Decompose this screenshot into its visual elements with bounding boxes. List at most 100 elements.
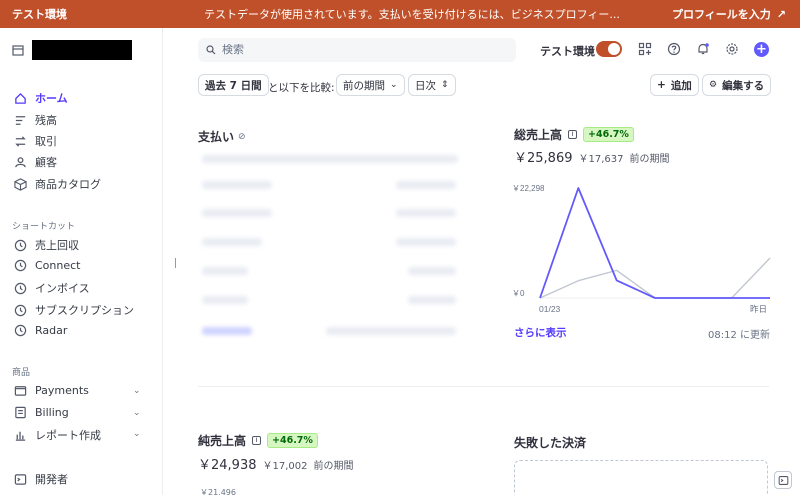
gross-volume-chart: ￥22,298 ￥0 01/23 昨日 — [512, 184, 771, 314]
sidebar-item-invoices[interactable]: インボイス — [14, 280, 90, 296]
blurred-row — [202, 296, 248, 304]
chevron-down-icon: ⌄ — [390, 80, 398, 90]
sidebar-item-label: インボイス — [35, 282, 90, 295]
blurred-row — [326, 327, 456, 335]
sidebar-item-radar[interactable]: Radar — [14, 324, 67, 337]
apps-icon[interactable] — [638, 42, 652, 56]
gross-volume-header: 総売上高 i +46.7% — [514, 126, 634, 143]
sidebar-item-label: Payments — [35, 384, 89, 397]
test-mode-toggle[interactable] — [596, 41, 622, 57]
shortcuts-section-label: ショートカット — [12, 222, 76, 232]
product-icon — [14, 177, 27, 191]
clock-icon — [14, 282, 27, 294]
gross-volume-previous-label: 前の期間 — [629, 154, 670, 165]
sidebar-item-connect[interactable]: Connect — [14, 259, 80, 272]
sidebar-item-label: 商品カタログ — [35, 178, 101, 191]
section-divider — [198, 386, 769, 387]
x-tick-label-end: 昨日 — [750, 304, 767, 314]
sidebar-item-billing[interactable]: Billing — [14, 406, 69, 419]
search-icon — [206, 45, 216, 55]
blurred-row — [202, 181, 272, 189]
payments-widget-header: 支払い ⊘ — [198, 128, 246, 145]
sidebar-item-label: 残高 — [35, 114, 57, 127]
home-icon — [15, 92, 26, 104]
edit-label: 編集する — [722, 79, 765, 92]
gross-volume-previous-amount: ￥17,637 — [578, 154, 624, 165]
sidebar-item-transactions[interactable]: 取引 — [14, 133, 57, 149]
sidebar-item-label: 顧客 — [35, 156, 57, 169]
complete-profile-link[interactable]: プロフィールを入力 ↗ — [672, 6, 786, 22]
sidebar-item-label: Radar — [35, 324, 68, 337]
terminal-icon — [778, 475, 788, 485]
last-updated-text: 08:12 に更新 — [708, 330, 770, 341]
sidebar-item-label: レポート作成 — [35, 429, 101, 442]
sidebar-item-payments[interactable]: Payments — [14, 384, 89, 397]
blurred-row — [202, 155, 458, 163]
create-plus-icon[interactable]: + — [754, 42, 769, 57]
sidebar-item-reports[interactable]: レポート作成 — [14, 427, 101, 443]
sidebar-item-customers[interactable]: 顧客 — [14, 154, 57, 170]
sidebar-item-label: Connect — [35, 259, 81, 272]
account-switcher[interactable] — [12, 40, 132, 60]
info-icon[interactable]: i — [568, 130, 578, 139]
blurred-row — [202, 267, 248, 275]
chevron-down-icon[interactable]: ⌄ — [133, 386, 141, 396]
blurred-link — [202, 327, 252, 335]
net-volume-y-max: ￥21,496 — [200, 488, 236, 495]
date-range-label: 過去 7 日間 — [205, 79, 262, 92]
sidebar-item-label: 開発者 — [35, 473, 68, 486]
test-mode-label: テスト環境 — [12, 8, 67, 21]
interval-select[interactable]: 日次 ⇕ — [408, 74, 456, 96]
blurred-row — [202, 238, 262, 246]
gross-volume-amounts: ￥25,869 ￥17,637 前の期間 — [514, 147, 670, 166]
help-icon[interactable] — [667, 42, 681, 56]
store-icon — [12, 45, 24, 56]
sidebar-item-collections[interactable]: 売上回収 — [14, 237, 79, 253]
transactions-icon — [15, 135, 26, 147]
wallet-icon — [14, 386, 27, 396]
net-volume-amounts: ￥24,938 ￥17,002 前の期間 — [198, 454, 354, 473]
date-range-filter[interactable]: 過去 7 日間 — [198, 74, 269, 96]
y-tick-label-zero: ￥0 — [512, 289, 525, 298]
info-icon[interactable]: i — [252, 436, 262, 445]
console-button[interactable] — [774, 471, 792, 489]
terminal-icon — [14, 473, 27, 485]
sidebar-item-label: 売上回収 — [35, 239, 79, 252]
arrow-up-right-icon: ↗ — [776, 7, 786, 21]
chevron-down-icon[interactable]: ⌄ — [133, 429, 141, 439]
bell-icon[interactable] — [696, 42, 710, 56]
plus-icon: + — [657, 79, 666, 91]
main-content: テスト環境 + 過去 7 日間 と以下を比較: 前の期間 ⌄ 日次 ⇕ + 追加… — [180, 28, 800, 495]
test-mode-toggle-label: テスト環境 — [540, 45, 595, 58]
sidebar-item-balances[interactable]: 残高 — [14, 112, 57, 128]
chevron-down-icon[interactable]: ⌄ — [133, 408, 141, 418]
sidebar-item-label: 取引 — [35, 135, 57, 148]
sidebar-item-developers[interactable]: 開発者 — [14, 471, 68, 487]
clock-icon — [14, 259, 27, 272]
net-volume-previous-label: 前の期間 — [313, 461, 354, 472]
sidebar-item-product-catalog[interactable]: 商品カタログ — [14, 176, 101, 192]
search-input[interactable] — [222, 44, 502, 56]
edit-dashboard-button[interactable]: ⚙ 編集する — [702, 74, 772, 96]
balance-icon — [15, 115, 26, 125]
eye-off-icon[interactable]: ⊘ — [238, 132, 246, 142]
add-widget-button[interactable]: + 追加 — [650, 74, 699, 96]
search-bar[interactable] — [198, 38, 516, 62]
sidebar-item-subscriptions[interactable]: サブスクリプション — [14, 302, 134, 318]
sidebar-item-home[interactable]: ホーム — [14, 90, 68, 106]
account-name-redacted — [32, 40, 132, 60]
blurred-row — [396, 209, 456, 217]
test-mode-banner: テスト環境 テストデータが使用されています。支払いを受け付けるには、ビジネスプロ… — [0, 0, 800, 28]
compare-label: と以下を比較: — [268, 82, 335, 94]
compare-period-select[interactable]: 前の期間 ⌄ — [336, 74, 405, 96]
sidebar-item-label: Billing — [35, 406, 69, 419]
show-more-link[interactable]: さらに表示 — [514, 325, 567, 340]
blurred-row — [408, 296, 456, 304]
chevron-updown-icon: ⇕ — [441, 80, 449, 90]
blurred-row — [396, 181, 456, 189]
failed-payments-empty-area — [514, 460, 768, 495]
gear-icon[interactable] — [725, 42, 739, 56]
sidebar-resize-handle[interactable] — [175, 258, 176, 268]
banner-message: テストデータが使用されています。支払いを受け付けるには、ビジネスプロフィー... — [204, 8, 620, 21]
net-volume-change-badge: +46.7% — [267, 433, 318, 448]
